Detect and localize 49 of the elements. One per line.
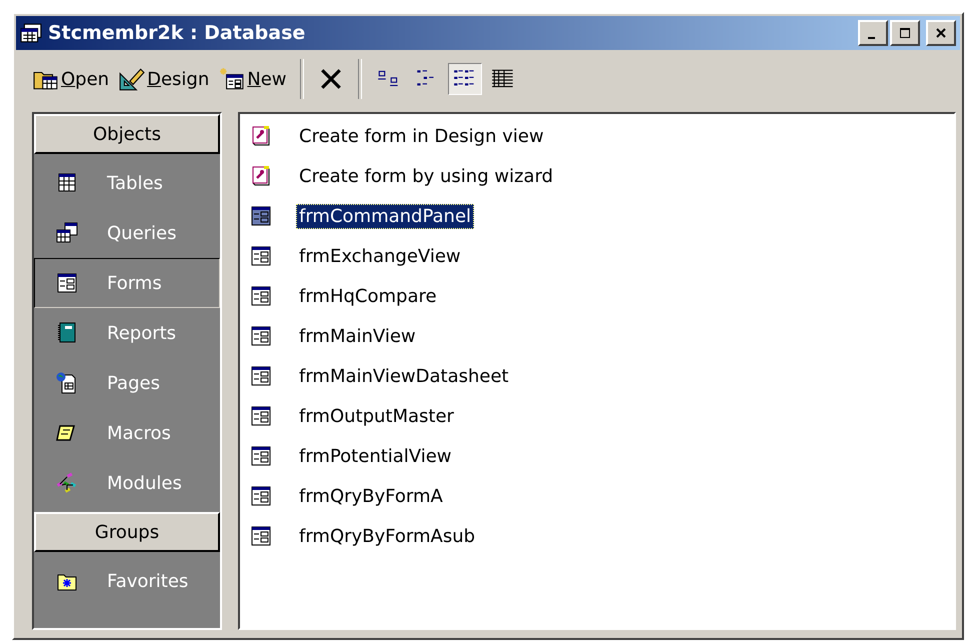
form-icon [250,205,272,227]
window-title: Stcmembr2k : Database [48,22,306,44]
form-icon [250,405,272,427]
list-item[interactable]: frmQryByFormAsub [246,516,948,556]
form-icon [250,485,272,507]
query-icon [55,221,79,245]
triangle-pencil-icon [119,67,146,91]
object-bar-item[interactable]: Pages [34,358,220,408]
list-item[interactable]: frmExchangeView [246,236,948,276]
close-button[interactable] [926,20,956,46]
list-item[interactable]: frmMainViewDatasheet [246,356,948,396]
module-icon [55,471,79,495]
list-item[interactable]: frmPotentialView [246,436,948,476]
view-button[interactable] [448,63,482,95]
list-item[interactable]: frmCommandPanel [246,196,948,236]
form-icon [250,365,272,387]
object-bar-item[interactable]: Tables [34,158,220,208]
new-form-icon [219,67,246,91]
minimize-icon [868,37,875,39]
form-icon [250,325,272,347]
form-icon [250,445,272,467]
list-item[interactable]: Create form by using wizard [246,156,948,196]
open-button[interactable]: Open [30,63,112,95]
group-header-button[interactable]: Groups [34,512,220,552]
maximize-button[interactable] [890,20,920,46]
wizard-form-icon [250,165,272,187]
object-bar-item[interactable]: Modules [34,458,220,508]
object-bar-item[interactable]: Macros [34,408,220,458]
design-button[interactable]: Design [116,63,212,95]
form-icon [250,245,272,267]
database-window-icon [20,23,42,43]
maximize-icon [899,27,911,39]
form-icon [55,271,79,295]
object-bar-item[interactable]: Forms [34,258,220,308]
object-bar-item[interactable]: Queries [34,208,220,258]
list-item[interactable]: frmMainView [246,316,948,356]
list-item[interactable]: frmHqCompare [246,276,948,316]
group-header-button[interactable]: Objects [34,114,220,154]
object-bar-item[interactable]: Reports [34,308,220,358]
object-bar-item[interactable]: Favorites [34,556,220,606]
new-button[interactable]: New [216,63,290,95]
form-icon [250,525,272,547]
minimize-button[interactable] [858,20,888,46]
list-item[interactable]: frmOutputMaster [246,396,948,436]
close-icon [935,27,947,39]
form-icon [250,285,272,307]
wizard-form-icon [250,125,272,147]
list-item[interactable]: Create form in Design view [246,116,948,156]
list-item[interactable]: frmQryByFormA [246,476,948,516]
